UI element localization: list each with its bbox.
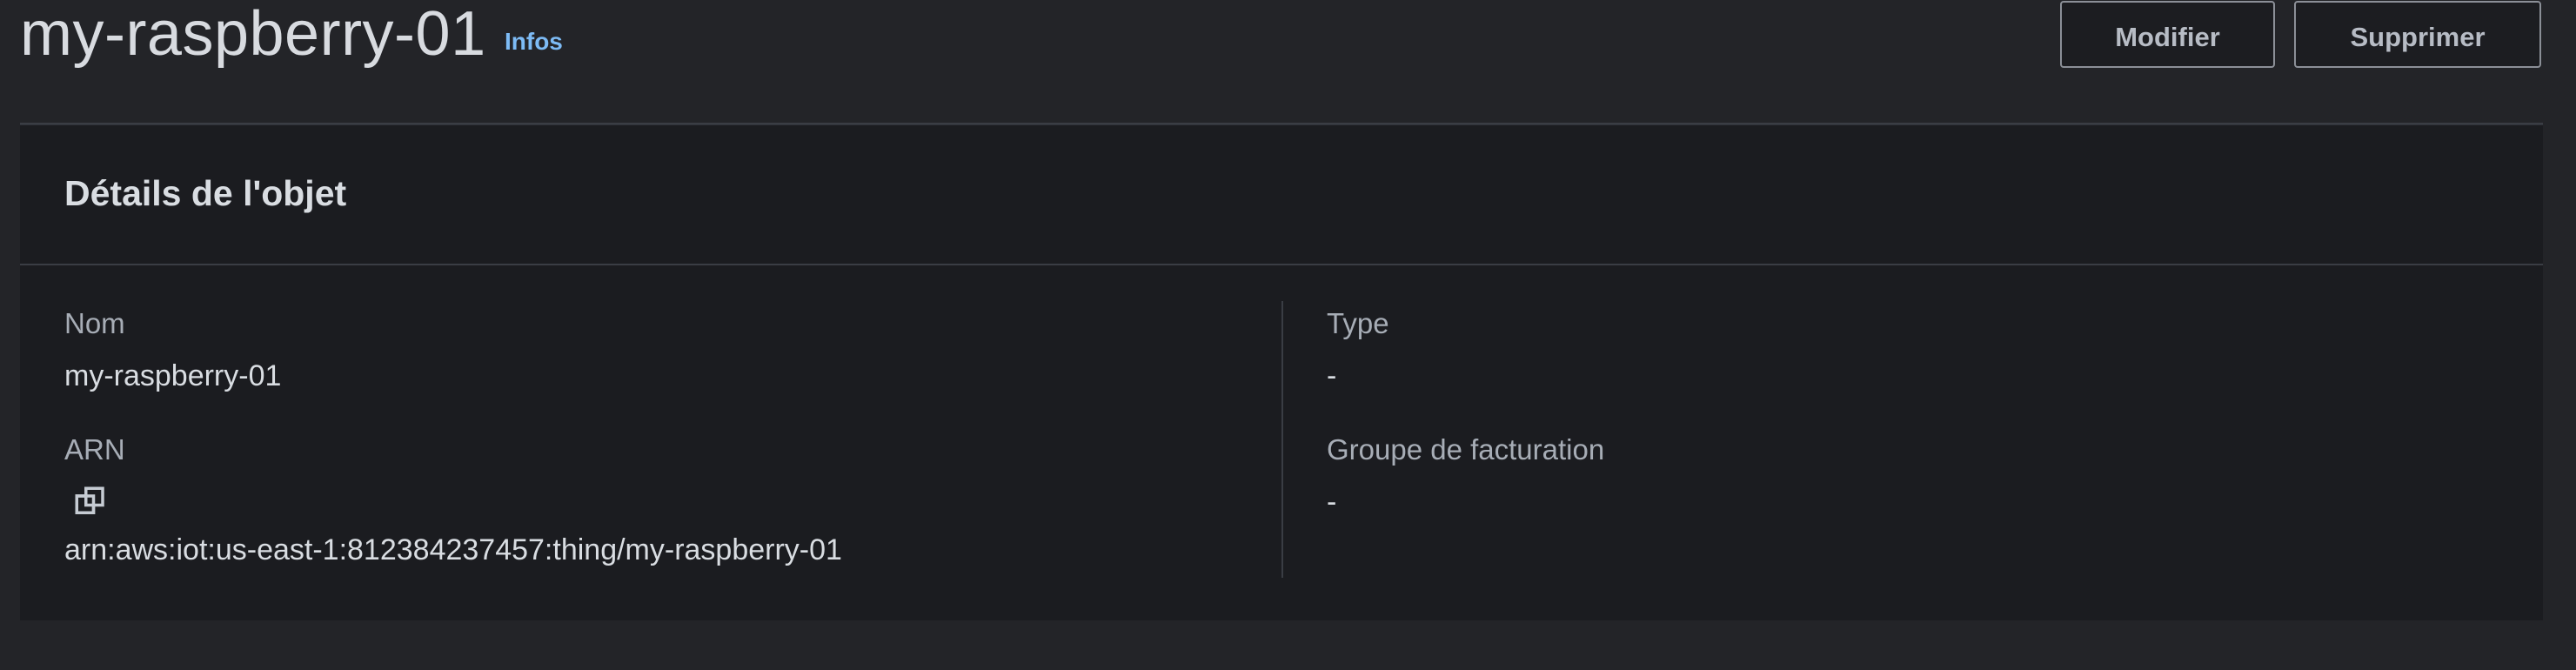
copy-icon [72,484,109,520]
type-label: Type [1327,307,1389,339]
info-link[interactable]: Infos [505,26,563,57]
type-value: - [1327,359,1337,392]
page-title: my-raspberry-01 [20,0,486,69]
thing-details-panel: Détails de l'objet Nom my-raspberry-01 A… [20,124,2543,620]
billing-group-label: Groupe de facturation [1327,433,1605,466]
details-column-divider [1281,301,1283,578]
billing-group-value: - [1327,486,1337,519]
arn-label: ARN [64,433,125,466]
edit-button[interactable]: Modifier [2060,1,2275,68]
name-label: Nom [64,307,125,339]
delete-button[interactable]: Supprimer [2294,1,2541,68]
thing-detail-page: my-raspberry-01 Infos Modifier Supprimer… [0,0,2576,670]
details-title: Détails de l'objet [64,173,347,213]
page-header: my-raspberry-01 Infos Modifier Supprimer [20,0,2543,96]
name-value: my-raspberry-01 [64,359,282,392]
copy-arn-button[interactable] [72,484,109,520]
details-divider [20,264,2543,265]
arn-value: arn:aws:iot:us-east-1:812384237457:thing… [64,533,842,566]
